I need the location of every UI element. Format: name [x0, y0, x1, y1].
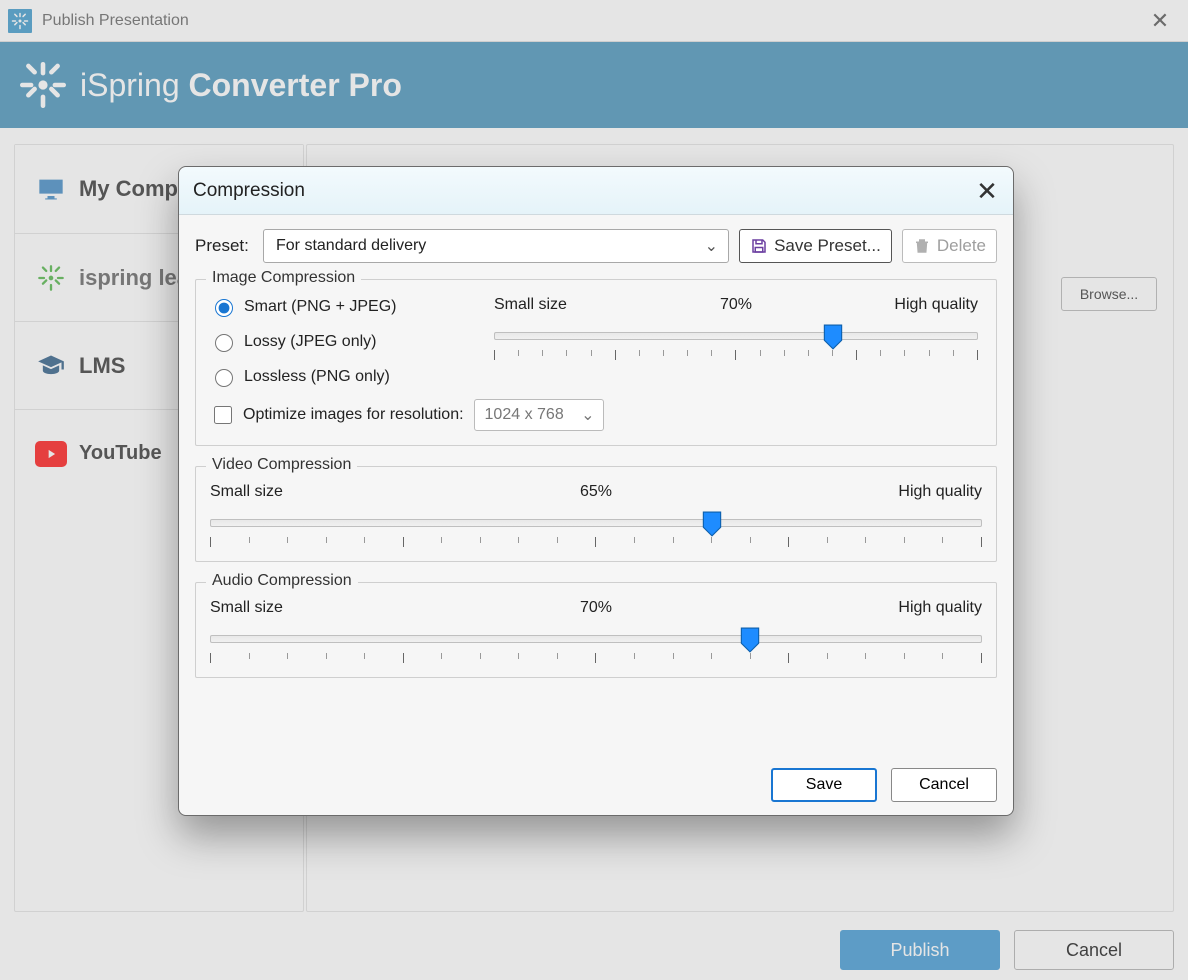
group-title: Image Compression — [206, 269, 361, 287]
video-quality-slider[interactable] — [210, 513, 982, 547]
dialog-title: Compression — [193, 180, 305, 202]
optimize-label: Optimize images for resolution: — [243, 406, 464, 424]
radio-label: Lossless (PNG only) — [244, 368, 390, 386]
resolution-combo[interactable]: 1024 x 768 ⌄ — [474, 399, 604, 431]
delete-preset-label: Delete — [937, 236, 986, 256]
dialog-save-button[interactable]: Save — [771, 768, 877, 802]
radio-smart[interactable]: Smart (PNG + JPEG) — [210, 296, 460, 317]
group-title: Audio Compression — [206, 572, 358, 590]
radio-lossy[interactable]: Lossy (JPEG only) — [210, 331, 460, 352]
radio-label: Lossy (JPEG only) — [244, 333, 376, 351]
radio-smart-input[interactable] — [215, 299, 233, 317]
optimize-checkbox[interactable]: Optimize images for resolution: — [210, 403, 464, 427]
audio-quality-slider[interactable] — [210, 629, 982, 663]
dialog-close-icon[interactable]: ✕ — [971, 175, 1003, 207]
trash-icon — [913, 237, 931, 255]
optimize-checkbox-input[interactable] — [214, 406, 232, 424]
slider-value-label: 65% — [210, 483, 982, 501]
image-quality-slider[interactable] — [494, 326, 978, 360]
video-compression-group: Video Compression Small size 65% High qu… — [195, 466, 997, 562]
save-preset-button[interactable]: Save Preset... — [739, 229, 892, 263]
group-title: Video Compression — [206, 456, 357, 474]
floppy-icon — [750, 237, 768, 255]
slider-value-label: 70% — [494, 296, 978, 314]
dialog-cancel-button[interactable]: Cancel — [891, 768, 997, 802]
radio-label: Smart (PNG + JPEG) — [244, 298, 396, 316]
preset-combo[interactable]: For standard delivery ⌄ — [263, 229, 729, 263]
radio-lossless-input[interactable] — [215, 369, 233, 387]
compression-dialog: Compression ✕ Preset: For standard deliv… — [178, 166, 1014, 816]
radio-lossless[interactable]: Lossless (PNG only) — [210, 366, 460, 387]
preset-combo-value: For standard delivery — [276, 237, 426, 255]
preset-label: Preset: — [195, 236, 253, 256]
image-compression-group: Image Compression Smart (PNG + JPEG) Los… — [195, 279, 997, 446]
slider-value-label: 70% — [210, 599, 982, 617]
radio-lossy-input[interactable] — [215, 334, 233, 352]
delete-preset-button: Delete — [902, 229, 997, 263]
audio-compression-group: Audio Compression Small size 70% High qu… — [195, 582, 997, 678]
chevron-down-icon: ⌄ — [705, 236, 718, 256]
resolution-value: 1024 x 768 — [485, 406, 564, 424]
save-preset-label: Save Preset... — [774, 236, 881, 256]
chevron-down-icon: ⌄ — [581, 405, 594, 425]
